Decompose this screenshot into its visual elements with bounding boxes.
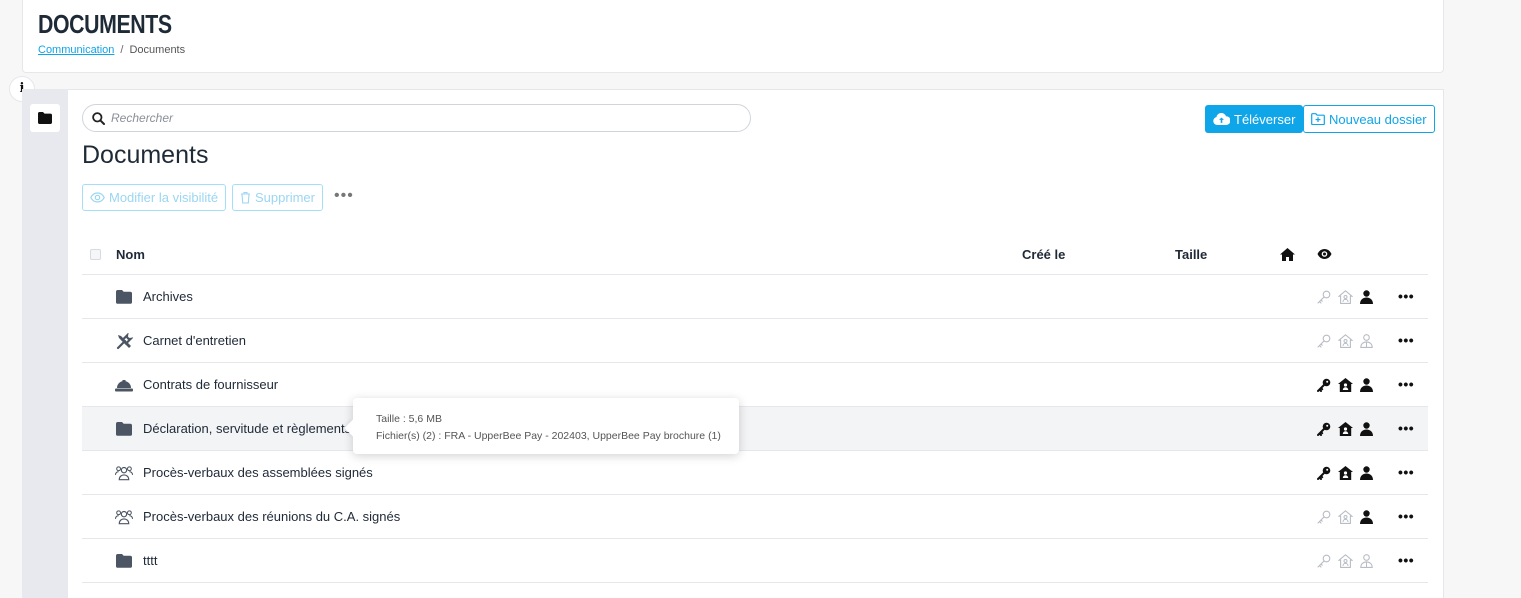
- hardhat-icon: [115, 376, 133, 394]
- table-header: Nom Créé le Taille: [82, 235, 1428, 275]
- folder-icon: [38, 112, 52, 124]
- trash-icon: [241, 191, 250, 204]
- row-more-button[interactable]: •••: [1398, 552, 1414, 568]
- column-name[interactable]: Nom: [116, 247, 145, 262]
- page-header: DOCUMENTS Communication / Documents: [22, 0, 1444, 73]
- row-name[interactable]: Carnet d'entretien: [143, 333, 246, 348]
- table-row[interactable]: Archives •••: [82, 275, 1428, 319]
- folder-icon: [115, 288, 133, 306]
- breadcrumb-separator: /: [120, 44, 124, 56]
- section-title: Documents: [82, 141, 209, 169]
- row-more-button[interactable]: •••: [1398, 288, 1414, 304]
- row-name[interactable]: Archives: [143, 289, 193, 304]
- user-icon[interactable]: [1358, 333, 1374, 349]
- home-user-icon[interactable]: [1337, 289, 1353, 305]
- modify-visibility-label: Modifier la visibilité: [109, 190, 219, 205]
- key-icon[interactable]: [1316, 333, 1332, 349]
- table-row[interactable]: Contrats de fournisseur •••: [82, 363, 1428, 407]
- user-icon[interactable]: [1358, 509, 1374, 525]
- row-name[interactable]: tttt: [143, 553, 157, 568]
- key-icon[interactable]: [1316, 465, 1332, 481]
- column-size[interactable]: Taille: [1175, 247, 1207, 262]
- cloud-upload-icon: [1213, 113, 1230, 125]
- key-icon[interactable]: [1316, 289, 1332, 305]
- key-icon[interactable]: [1316, 421, 1332, 437]
- documents-panel: Téléverser Nouveau dossier Documents Mod…: [68, 89, 1444, 598]
- user-icon[interactable]: [1358, 421, 1374, 437]
- search-icon: [92, 111, 105, 125]
- table-row[interactable]: Procès-verbaux des assemblées signés •••: [82, 451, 1428, 495]
- side-rail: [22, 89, 68, 598]
- row-name[interactable]: Contrats de fournisseur: [143, 377, 278, 392]
- delete-button[interactable]: Supprimer: [232, 184, 323, 211]
- row-more-button[interactable]: •••: [1398, 464, 1414, 480]
- home-user-icon[interactable]: [1337, 553, 1353, 569]
- folder-info-tooltip: Taille : 5,6 MB Fichier(s) (2) : FRA - U…: [353, 398, 739, 454]
- breadcrumb: Communication / Documents: [38, 44, 185, 56]
- user-icon[interactable]: [1358, 377, 1374, 393]
- eye-icon: [90, 192, 105, 203]
- row-more-button[interactable]: •••: [1398, 332, 1414, 348]
- column-created[interactable]: Créé le: [1022, 247, 1065, 262]
- people-icon: [115, 464, 133, 482]
- search-bar[interactable]: [82, 104, 751, 132]
- breadcrumb-current: Documents: [129, 44, 186, 56]
- folder-icon: [115, 420, 133, 438]
- delete-label: Supprimer: [255, 190, 315, 205]
- key-icon[interactable]: [1316, 553, 1332, 569]
- user-icon[interactable]: [1358, 289, 1374, 305]
- upload-button[interactable]: Téléverser: [1205, 105, 1304, 133]
- key-icon[interactable]: [1316, 377, 1332, 393]
- more-actions-button[interactable]: •••: [334, 188, 354, 204]
- tooltip-size: Taille : 5,6 MB: [376, 413, 442, 425]
- user-icon[interactable]: [1358, 465, 1374, 481]
- home-user-icon[interactable]: [1337, 465, 1353, 481]
- page-title: DOCUMENTS: [38, 9, 172, 39]
- table-row[interactable]: tttt •••: [82, 539, 1428, 583]
- breadcrumb-link-communication[interactable]: Communication: [38, 44, 114, 56]
- documents-table: Nom Créé le Taille Archives ••• Carnet d'e…: [82, 235, 1428, 583]
- row-more-button[interactable]: •••: [1398, 376, 1414, 392]
- new-folder-label: Nouveau dossier: [1329, 111, 1427, 127]
- row-more-button[interactable]: •••: [1398, 508, 1414, 524]
- upload-label: Téléverser: [1234, 111, 1296, 127]
- rail-folder-button[interactable]: [30, 104, 60, 132]
- row-more-button[interactable]: •••: [1398, 420, 1414, 436]
- home-user-icon[interactable]: [1337, 333, 1353, 349]
- table-row[interactable]: Procès-verbaux des réunions du C.A. sign…: [82, 495, 1428, 539]
- key-icon[interactable]: [1316, 509, 1332, 525]
- row-name[interactable]: Procès-verbaux des assemblées signés: [143, 465, 373, 480]
- folder-plus-icon: [1311, 113, 1325, 125]
- eye-icon: [1317, 249, 1332, 259]
- home-icon: [1280, 248, 1295, 261]
- table-row[interactable]: Carnet d'entretien •••: [82, 319, 1428, 363]
- new-folder-button[interactable]: Nouveau dossier: [1303, 105, 1435, 133]
- folder-icon: [115, 552, 133, 570]
- row-name[interactable]: Procès-verbaux des réunions du C.A. sign…: [143, 509, 400, 524]
- people-icon: [115, 508, 133, 526]
- modify-visibility-button[interactable]: Modifier la visibilité: [82, 184, 227, 211]
- tooltip-files: Fichier(s) (2) : FRA - UpperBee Pay - 20…: [376, 430, 721, 442]
- home-user-icon[interactable]: [1337, 421, 1353, 437]
- user-icon[interactable]: [1358, 553, 1374, 569]
- tools-icon: [115, 332, 133, 350]
- home-user-icon[interactable]: [1337, 377, 1353, 393]
- home-user-icon[interactable]: [1337, 509, 1353, 525]
- table-row[interactable]: Déclaration, servitude et règlements •••: [82, 407, 1428, 451]
- row-name[interactable]: Déclaration, servitude et règlements: [143, 421, 351, 436]
- search-input[interactable]: [111, 111, 711, 125]
- select-all-checkbox[interactable]: [90, 249, 101, 260]
